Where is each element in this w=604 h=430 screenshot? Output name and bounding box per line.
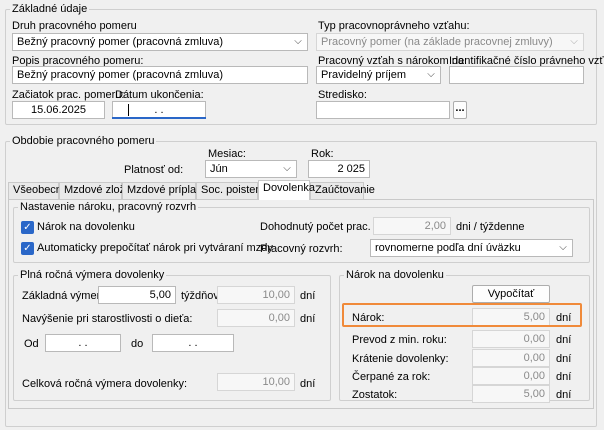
zakladna-dni-unit: dní [300, 290, 316, 302]
popis-input[interactable]: Bežný pracovný pomer (pracovná zmluva) [12, 66, 308, 84]
tab-soc-poistenie[interactable]: Soc. poistenie [196, 182, 270, 199]
zakladna-days-output: 10,00 [217, 286, 295, 304]
nark-highlight [342, 303, 582, 327]
vztah-select[interactable]: Pravidelný príjem ⌵ [316, 66, 441, 84]
period-title: Obdobie pracovného pomeru [10, 135, 157, 148]
platnost-label: Platnosť od: [124, 164, 184, 176]
auto-checkbox[interactable]: ✓ [21, 242, 34, 255]
narok-checkbox[interactable]: ✓ [21, 221, 34, 234]
rozvrh-label: Pracovný rozvrh: [260, 243, 343, 255]
focus-underline [112, 117, 206, 119]
zaciatok-input[interactable]: 15.06.2025 [12, 101, 105, 119]
typ-label: Typ pracovnoprávneho vzťahu: [318, 20, 470, 32]
do-input[interactable]: . . [152, 334, 234, 352]
rozvrh-select[interactable]: rovnomerne podľa dní úväzku ⌵ [370, 239, 573, 257]
zakladna-label: Základná výmera: [22, 290, 110, 302]
chevron-down-icon: ⌵ [570, 36, 578, 47]
chevron-down-icon: ⌵ [559, 242, 567, 253]
tab-mzdove-zlozky[interactable]: Mzdové zložky [59, 182, 136, 199]
text-caret [128, 104, 129, 116]
settings-title: Nastavenie nároku, pracovný rozvrh [18, 201, 199, 214]
celkova-label: Celková ročná výmera dovolenky: [22, 378, 188, 390]
annual-title: Plná ročná výmera dovolenky [18, 269, 167, 282]
narok-check-label: Nárok na dovolenku [37, 221, 135, 233]
entitlement-title: Nárok na dovolenku [344, 269, 446, 282]
druh-select[interactable]: Bežný pracovný pomer (pracovná zmluva) ⌵ [12, 33, 308, 51]
celkova-output: 10,00 [217, 373, 295, 391]
typ-value: Pracovný pomer (na základe pracovnej zml… [321, 36, 553, 48]
chevron-down-icon: ⌵ [294, 36, 302, 47]
zostatok-label: Zostatok: [352, 389, 398, 401]
basic-data-title: Základné údaje [10, 3, 90, 16]
mesiac-value: Jún [210, 163, 228, 175]
tab-vseobecne[interactable]: Všeobecné [8, 182, 68, 199]
do-label: do [131, 338, 144, 350]
stredisko-browse-button[interactable]: ... [453, 101, 467, 119]
mesiac-select[interactable]: Jún ⌵ [205, 160, 297, 178]
navysenie-input[interactable]: 0,00 [217, 309, 295, 327]
druh-value: Bežný pracovný pomer (pracovná zmluva) [17, 36, 224, 48]
navysenie-dni-unit: dní [300, 313, 316, 325]
typ-select[interactable]: Pracovný pomer (na základe pracovnej zml… [316, 33, 584, 51]
zakladna-input[interactable]: 5,00 [98, 286, 176, 304]
od-label: Od [24, 338, 39, 350]
dohodnuty-input[interactable]: 2,00 [373, 217, 451, 235]
od-input[interactable]: . . [45, 334, 121, 352]
navysenie-label: Navýšenie pri starostlivosti o dieťa: [22, 313, 193, 325]
cerpane-dni-unit: dní [556, 371, 572, 383]
kratenie-label: Krátenie dovolenky: [352, 353, 449, 365]
celkova-dni-unit: dní [300, 378, 316, 390]
tab-dovolenka[interactable]: Dovolenka [258, 180, 315, 200]
tab-mzdove-priplatky[interactable]: Mzdové príplatky [122, 182, 210, 199]
prevod-label: Prevod z min. roku: [352, 334, 447, 346]
zostatok-output: 5,00 [472, 385, 550, 403]
vypocitat-button[interactable]: Vypočítať [472, 285, 550, 303]
tab-zauctovanie[interactable]: Zaúčtovanie [310, 182, 375, 199]
auto-check-label: Automaticky prepočítať nárok pri vytvára… [37, 242, 273, 254]
cerpane-output: 0,00 [472, 367, 550, 385]
zostatok-dni-unit: dní [556, 389, 572, 401]
kratenie-output: 0,00 [472, 349, 550, 367]
vztah-value: Pravidelný príjem [321, 69, 406, 81]
rok-input[interactable]: 2 025 [308, 160, 370, 178]
dohodnuty-unit: dni / týždenne [456, 221, 525, 233]
ident-input[interactable] [449, 66, 584, 84]
prevod-output: 0,00 [472, 330, 550, 348]
tyzdnov-unit: týždňov [181, 290, 219, 302]
kratenie-dni-unit: dní [556, 353, 572, 365]
stredisko-input[interactable] [316, 101, 450, 119]
rozvrh-value: rovnomerne podľa dní úväzku [375, 242, 521, 254]
chevron-down-icon: ⌵ [427, 69, 435, 80]
prevod-dni-unit: dní [556, 334, 572, 346]
cerpane-label: Čerpané za rok: [352, 371, 431, 383]
chevron-down-icon: ⌵ [283, 163, 291, 174]
druh-label: Druh pracovného pomeru [12, 20, 137, 32]
